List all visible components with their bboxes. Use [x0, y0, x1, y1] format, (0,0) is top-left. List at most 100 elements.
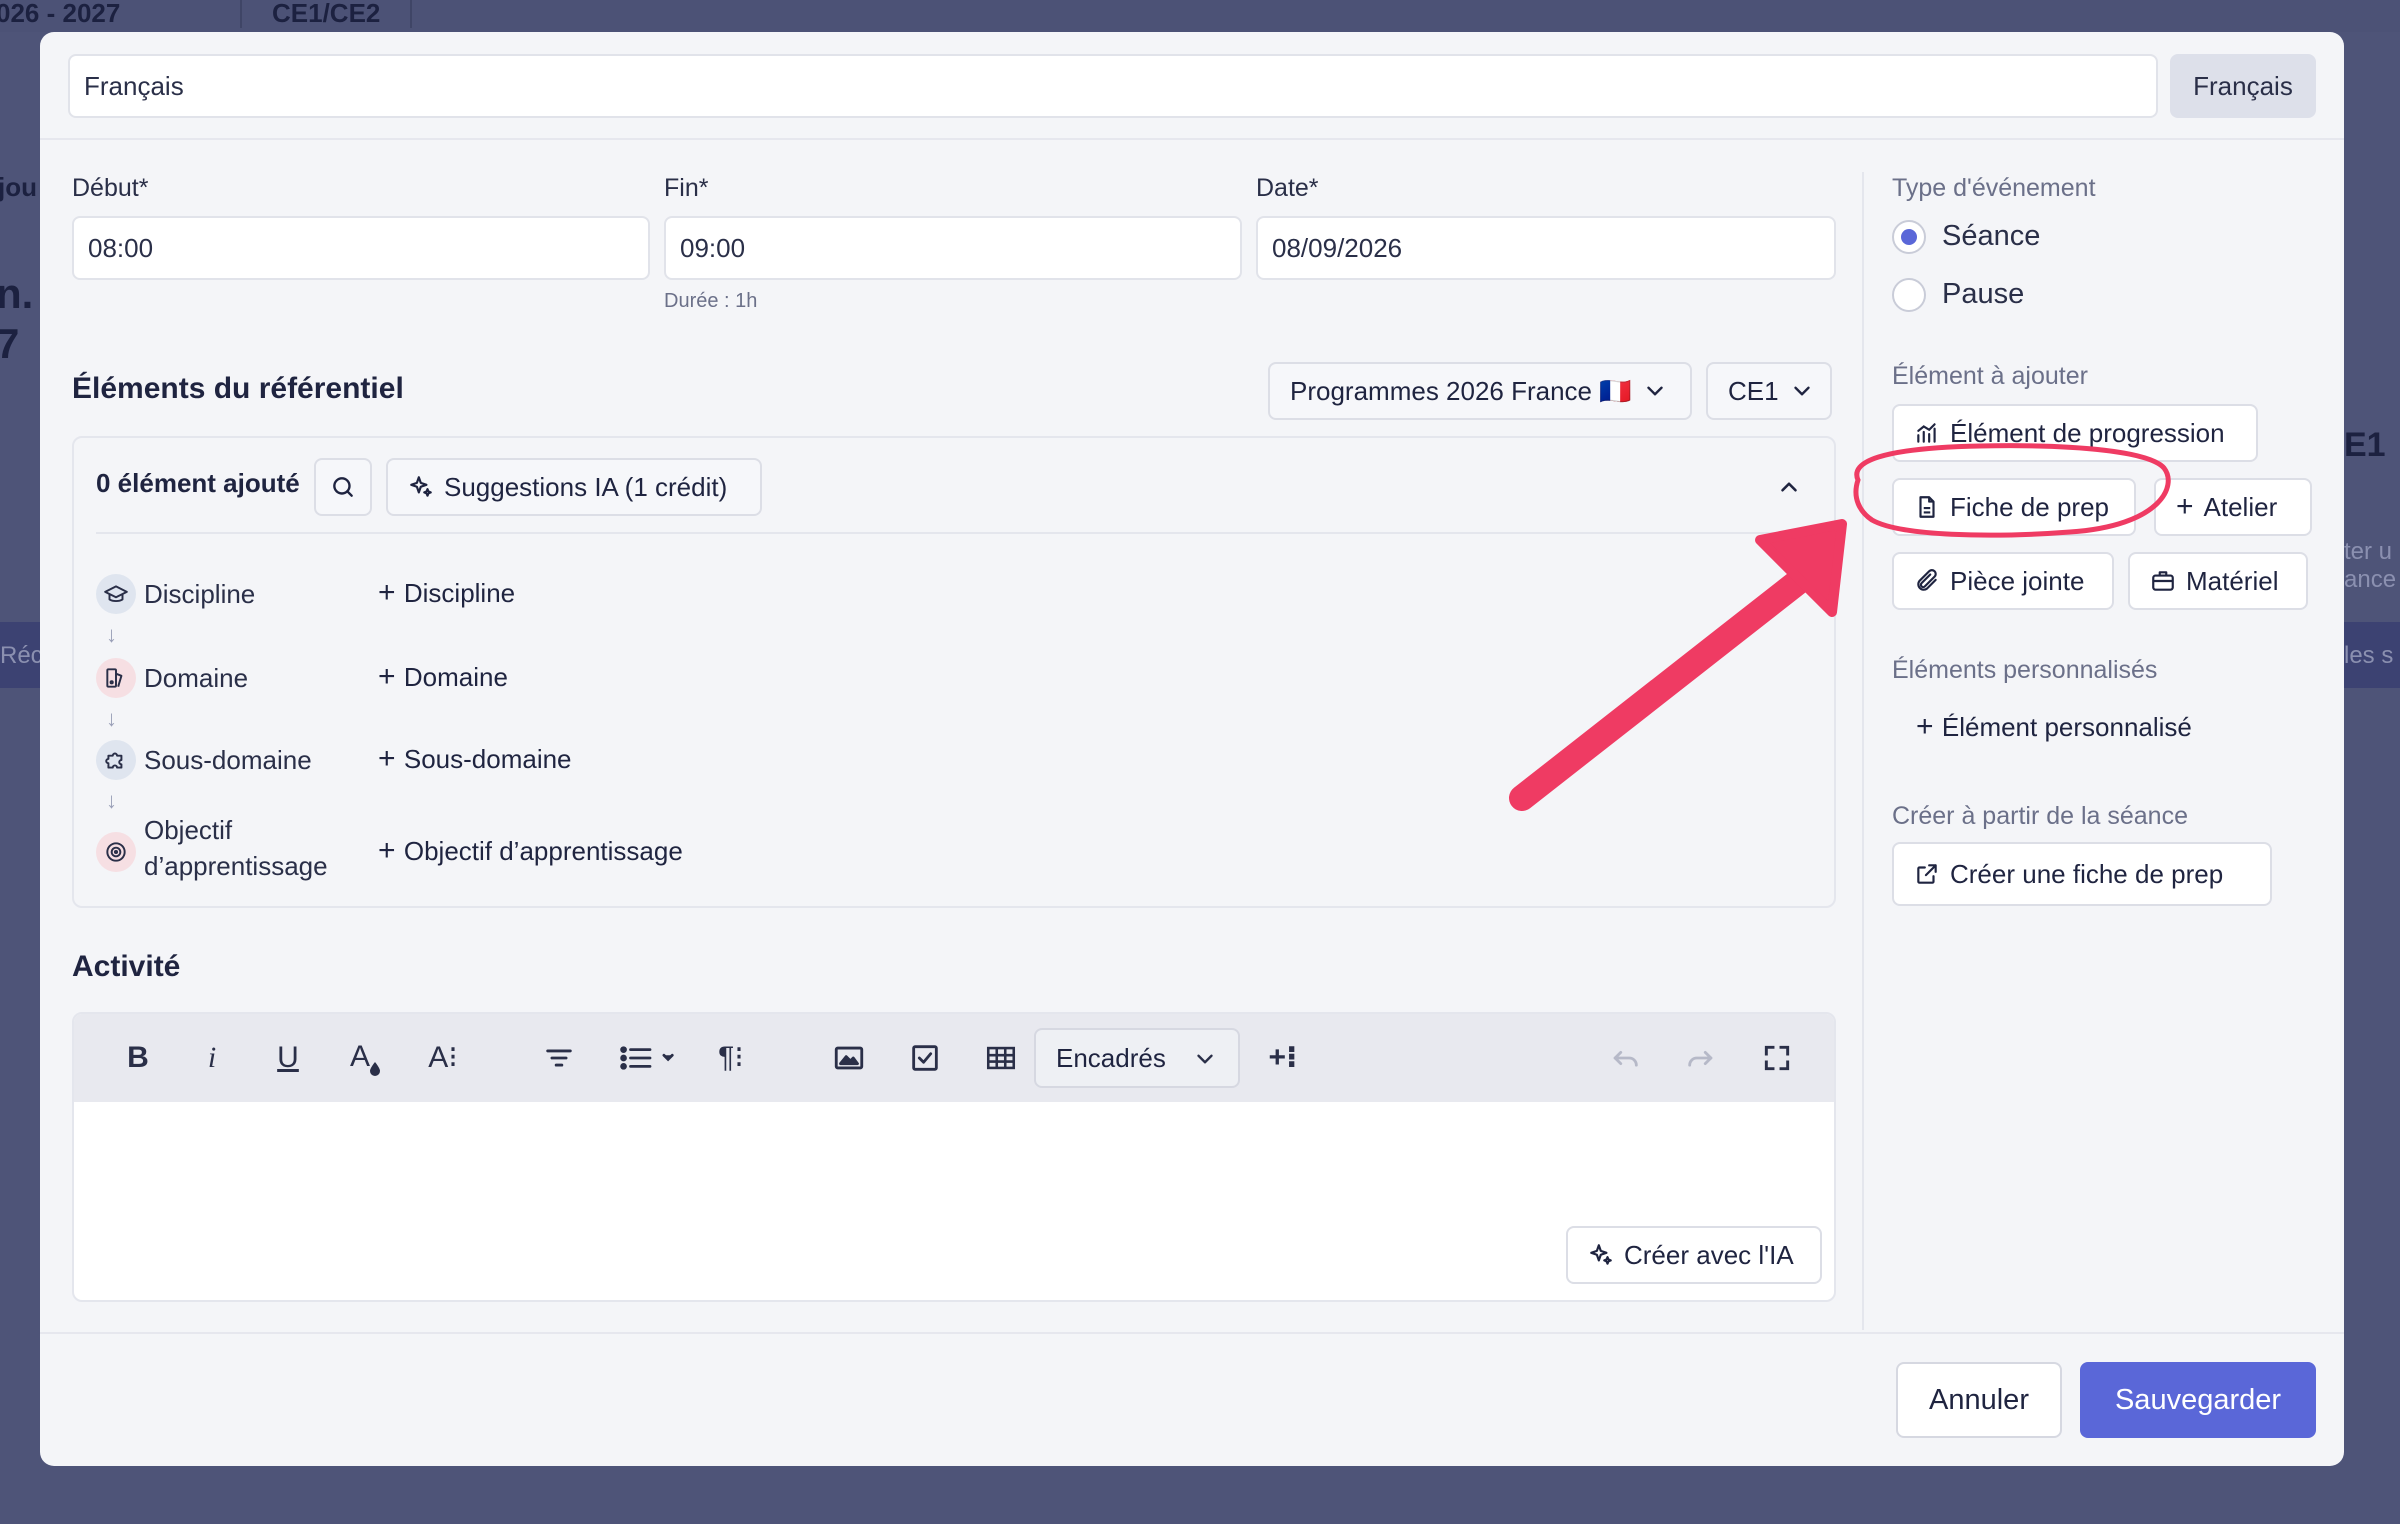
event-modal: Français Français Début* 08:00 Fin* 09:0…	[40, 32, 2344, 1466]
image-icon	[834, 1046, 864, 1070]
insert-more-button[interactable]: +⁝	[1258, 1034, 1308, 1082]
seance-radio-label[interactable]: Séance	[1942, 220, 2040, 253]
list-icon	[620, 1046, 674, 1070]
search-button[interactable]	[314, 458, 372, 516]
event-type-label: Type d'événement	[1892, 174, 2096, 202]
chevron-down-icon	[1789, 378, 1815, 404]
add-element-label: Élément à ajouter	[1892, 362, 2088, 390]
create-from-seance-label: Créer à partir de la séance	[1892, 802, 2188, 830]
activity-title: Activité	[72, 950, 181, 983]
add-objectif-button[interactable]: + Objectif d’apprentissage	[378, 834, 683, 868]
background-text: ance	[2344, 566, 2397, 593]
start-label: Début*	[72, 174, 149, 202]
add-atelier-button[interactable]: + Atelier	[2154, 478, 2312, 536]
pause-radio[interactable]	[1892, 278, 1926, 312]
referentiel-title: Éléments du référentiel	[72, 372, 404, 405]
insert-image-button[interactable]	[824, 1034, 874, 1082]
align-button[interactable]	[534, 1034, 584, 1082]
add-materiel-button[interactable]: Matériel	[2128, 552, 2308, 610]
align-icon	[546, 1049, 572, 1067]
undo-icon	[1613, 1050, 1638, 1067]
date-field[interactable]: 08/09/2026	[1256, 216, 1836, 280]
level-select[interactable]: CE1	[1706, 362, 1832, 420]
add-piece-jointe-button[interactable]: Pièce jointe	[1892, 552, 2114, 610]
table-button[interactable]	[976, 1034, 1026, 1082]
background-text: Réc	[0, 642, 43, 669]
seance-radio[interactable]	[1892, 220, 1926, 254]
start-time-field[interactable]: 08:00	[72, 216, 650, 280]
ai-suggestions-label: Suggestions IA (1 crédit)	[444, 472, 728, 502]
column-divider	[1862, 172, 1864, 1330]
chevron-up-icon[interactable]	[1776, 474, 1802, 500]
background-year-selector: 026 - 2027	[0, 0, 121, 28]
create-with-ai-button[interactable]: Créer avec l'IA	[1566, 1226, 1822, 1284]
sparkles-icon	[1588, 1242, 1614, 1268]
program-select-label: Programmes 2026 France 🇫🇷	[1290, 376, 1632, 406]
text-color-icon: A	[350, 1040, 380, 1076]
briefcase-icon	[2150, 568, 2176, 594]
document-icon	[1914, 494, 1940, 520]
fullscreen-icon	[1764, 1045, 1790, 1071]
redo-icon	[1688, 1050, 1713, 1067]
font-size-button[interactable]: A⁝	[418, 1034, 468, 1082]
chart-icon	[1914, 420, 1940, 446]
cancel-button[interactable]: Annuler	[1896, 1362, 2062, 1438]
underline-button[interactable]: U	[266, 1034, 310, 1082]
editor-toolbar: B i U A A⁝ ¶⁝ Encadrés +⁝	[74, 1014, 1834, 1102]
background-text: E1	[2344, 426, 2386, 464]
checkbox-button[interactable]	[900, 1034, 950, 1082]
program-select[interactable]: Programmes 2026 France 🇫🇷	[1268, 362, 1692, 420]
add-custom-element-button[interactable]: + Élément personnalisé	[1916, 710, 2192, 744]
external-link-icon	[1914, 861, 1940, 887]
create-fiche-label: Créer une fiche de prep	[1950, 859, 2224, 889]
title-input[interactable]: Français	[68, 54, 2158, 118]
fullscreen-button[interactable]	[1752, 1034, 1802, 1082]
activity-editor[interactable]: B i U A A⁝ ¶⁝ Encadrés +⁝ Créer avec l'I…	[72, 1012, 1836, 1302]
plus-icon: +	[2176, 490, 2194, 523]
level-select-label: CE1	[1728, 376, 1779, 406]
save-button[interactable]: Sauvegarder	[2080, 1362, 2316, 1438]
element-count: 0 élément ajouté	[96, 468, 300, 498]
add-discipline-button[interactable]: + Discipline	[378, 576, 515, 610]
puzzle-icon	[96, 740, 136, 780]
arrow-down-icon: ↓	[106, 788, 117, 813]
background-text: les s	[2344, 642, 2394, 669]
svg-text:A: A	[350, 1040, 370, 1073]
arrow-down-icon: ↓	[106, 706, 117, 731]
add-fiche-prep-button[interactable]: Fiche de prep	[1892, 478, 2136, 536]
encadres-select[interactable]: Encadrés	[1034, 1028, 1240, 1088]
add-progression-button[interactable]: Élément de progression	[1892, 404, 2258, 462]
duration-text: Durée : 1h	[664, 290, 758, 312]
create-fiche-button[interactable]: Créer une fiche de prep	[1892, 842, 2272, 906]
redo-button[interactable]	[1676, 1034, 1726, 1082]
modal-header: Français Français	[40, 32, 2344, 140]
list-button[interactable]	[610, 1034, 690, 1082]
ai-suggestions-button[interactable]: Suggestions IA (1 crédit)	[386, 458, 762, 516]
text-color-button[interactable]: A	[340, 1034, 390, 1082]
pause-radio-label[interactable]: Pause	[1942, 278, 2024, 311]
target-icon	[96, 832, 136, 872]
end-label: Fin*	[664, 174, 709, 202]
italic-button[interactable]: i	[190, 1034, 234, 1082]
level-label-sous-domaine: Sous-domaine	[144, 745, 312, 775]
background-text: n.	[0, 270, 34, 317]
add-sous-domaine-button[interactable]: + Sous-domaine	[378, 742, 572, 776]
graduation-cap-icon	[96, 574, 136, 614]
subject-button[interactable]: Français	[2170, 54, 2316, 118]
footer-divider	[40, 1332, 2344, 1334]
arrow-down-icon: ↓	[106, 622, 117, 647]
chevron-down-icon	[1197, 1054, 1213, 1064]
undo-button[interactable]	[1600, 1034, 1650, 1082]
bold-button[interactable]: B	[116, 1034, 160, 1082]
background-text: ter u	[2344, 538, 2393, 565]
add-piece-jointe-label: Pièce jointe	[1950, 566, 2085, 596]
add-fiche-prep-label: Fiche de prep	[1950, 492, 2109, 522]
add-atelier-label: Atelier	[2203, 492, 2278, 522]
create-with-ai-label: Créer avec l'IA	[1624, 1240, 1794, 1270]
end-time-field[interactable]: 09:00	[664, 216, 1242, 280]
level-label-domaine: Domaine	[144, 663, 249, 693]
paragraph-button[interactable]: ¶⁝	[706, 1034, 756, 1082]
add-domaine-button[interactable]: + Domaine	[378, 660, 508, 694]
divider	[96, 532, 1816, 534]
palette-icon	[96, 658, 136, 698]
